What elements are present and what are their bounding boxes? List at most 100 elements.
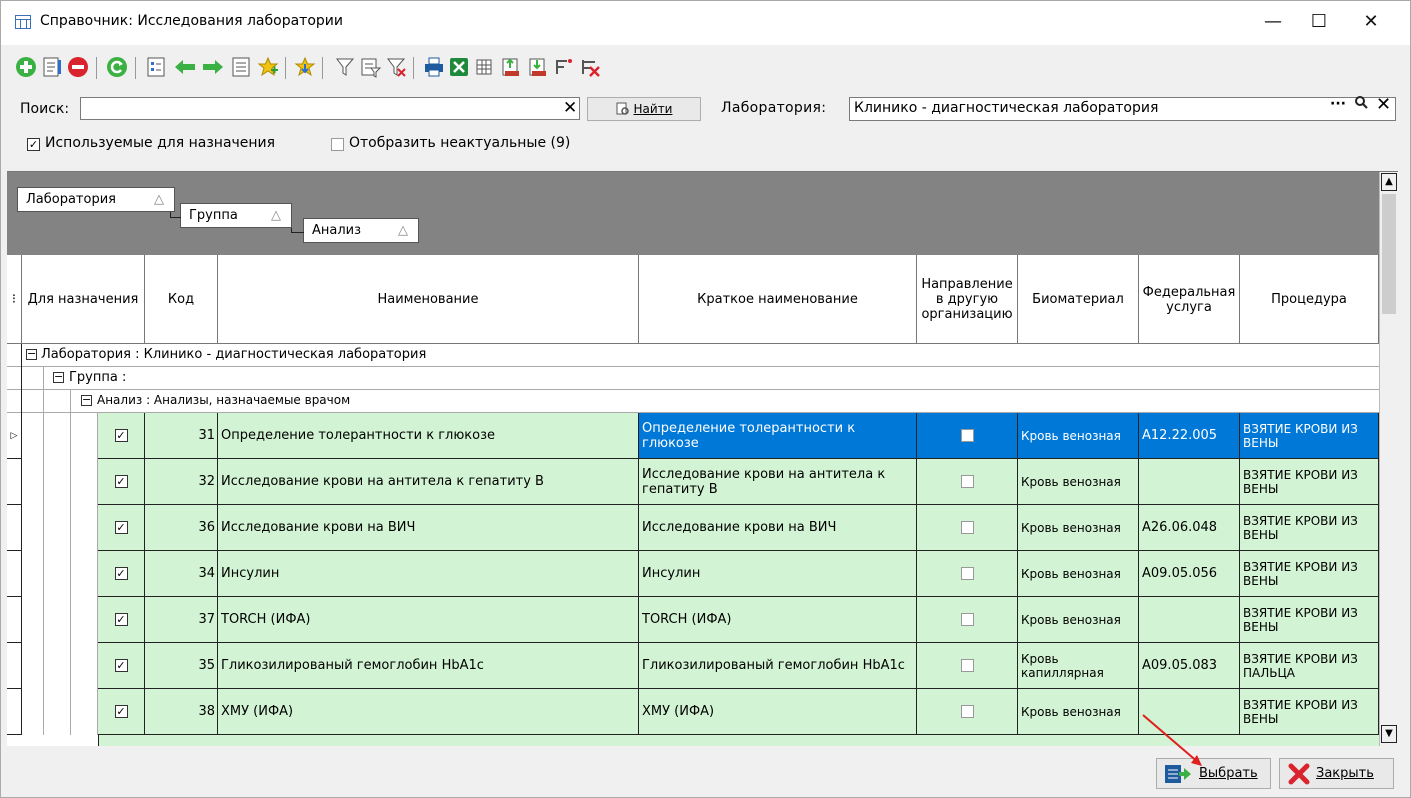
cell-code[interactable]: 38 <box>145 689 218 735</box>
filter-edit-icon[interactable] <box>358 55 382 79</box>
cell-fed[interactable]: A26.06.048 <box>1139 505 1240 551</box>
laboratory-browse-icon[interactable]: ··· <box>1330 96 1346 112</box>
cell-bio[interactable]: Кровь венозная <box>1018 597 1139 643</box>
cell-code[interactable]: 37 <box>145 597 218 643</box>
cell-fed[interactable]: A09.05.056 <box>1139 551 1240 597</box>
close-window-button[interactable]: ✕ <box>1348 7 1394 39</box>
cell-bio[interactable]: Кровь венозная <box>1018 459 1139 505</box>
cell-referral[interactable] <box>917 551 1018 597</box>
cell-for-prescription[interactable]: ✓ <box>98 597 145 643</box>
vertical-scrollbar[interactable]: ▲ ▼ <box>1379 172 1398 746</box>
row-indicator[interactable] <box>7 597 22 643</box>
row-indicator[interactable] <box>7 689 22 735</box>
for-prescription-checkbox[interactable]: ✓ <box>114 521 128 534</box>
cell-referral[interactable] <box>917 643 1018 689</box>
table-row[interactable]: ✓ 34 Инсулин Инсулин Кровь венозная A09.05.05… <box>7 551 1379 597</box>
col-referral[interactable]: Направление в другую организацию <box>917 255 1018 344</box>
search-input[interactable] <box>80 97 580 120</box>
for-prescription-checkbox[interactable]: ✓ <box>114 705 128 718</box>
table-row[interactable]: ✓ 37 TORCH (ИФА) TORCH (ИФА) Кровь венозная В… <box>7 597 1379 643</box>
cell-bio[interactable]: Кровь капиллярная <box>1018 643 1139 689</box>
table-row[interactable]: ✓ 36 Исследование крови на ВИЧ Исследование… <box>7 505 1379 551</box>
cell-referral[interactable] <box>917 689 1018 735</box>
col-name[interactable]: Наименование <box>218 255 639 344</box>
cell-proc[interactable]: ВЗЯТИЕ КРОВИ ИЗ ВЕНЫ <box>1240 597 1379 643</box>
group-chip-group[interactable]: Группа △ <box>180 203 292 228</box>
row-indicator[interactable] <box>7 643 22 689</box>
cell-proc[interactable]: ВЗЯТИЕ КРОВИ ИЗ ВЕНЫ <box>1240 413 1379 459</box>
group-row-analysis[interactable]: − Анализ : Анализы, назначаемые врачом <box>7 390 1379 413</box>
excel-icon[interactable] <box>447 55 471 79</box>
laboratory-clear-icon[interactable]: ✕ <box>1376 94 1391 115</box>
cell-for-prescription[interactable]: ✓ <box>98 689 145 735</box>
cell-fed[interactable]: A09.05.083 <box>1139 643 1240 689</box>
cell-for-prescription[interactable]: ✓ <box>98 505 145 551</box>
cell-short[interactable]: Исследование крови на антитела к гепатит… <box>639 459 917 505</box>
list-icon[interactable] <box>229 55 253 79</box>
add-icon[interactable] <box>14 55 38 79</box>
row-indicator[interactable] <box>7 459 22 505</box>
for-prescription-checkbox[interactable]: ✓ <box>114 475 128 488</box>
cell-bio[interactable]: Кровь венозная <box>1018 551 1139 597</box>
cell-proc[interactable]: ВЗЯТИЕ КРОВИ ИЗ ПАЛЬЦА <box>1240 643 1379 689</box>
cell-short[interactable]: Инсулин <box>639 551 917 597</box>
for-prescription-checkbox[interactable]: ✓ <box>114 429 128 442</box>
referral-checkbox[interactable] <box>960 613 974 626</box>
group-row-laboratory[interactable]: − Лаборатория : Клинико - диагностическа… <box>7 344 1379 367</box>
cell-name[interactable]: Инсулин <box>218 551 639 597</box>
col-short-name[interactable]: Краткое наименование <box>639 255 917 344</box>
minimize-button[interactable]: — <box>1250 7 1296 39</box>
col-for-prescription[interactable]: Для назначения <box>22 255 145 344</box>
cell-short[interactable]: Исследование крови на ВИЧ <box>639 505 917 551</box>
cell-proc[interactable]: ВЗЯТИЕ КРОВИ ИЗ ВЕНЫ <box>1240 459 1379 505</box>
collapse-icon[interactable]: − <box>81 394 92 406</box>
cell-bio[interactable]: Кровь венозная <box>1018 505 1139 551</box>
table-row[interactable]: ✓ 32 Исследование крови на антитела к гепа… <box>7 459 1379 505</box>
cell-referral[interactable] <box>917 505 1018 551</box>
print-icon[interactable] <box>422 55 446 79</box>
for-prescription-checkbox[interactable]: ✓ <box>114 659 128 672</box>
cell-name[interactable]: Определение толерантности к глюкозе <box>218 413 639 459</box>
cell-name[interactable]: TORCH (ИФА) <box>218 597 639 643</box>
referral-checkbox[interactable] <box>960 521 974 534</box>
referral-checkbox[interactable] <box>960 475 974 488</box>
cell-fed[interactable] <box>1139 459 1240 505</box>
referral-checkbox[interactable] <box>960 567 974 580</box>
scroll-down-icon[interactable]: ▼ <box>1381 725 1397 743</box>
filter-icon[interactable] <box>333 55 357 79</box>
scroll-up-icon[interactable]: ▲ <box>1381 173 1397 191</box>
refresh-icon[interactable] <box>105 55 129 79</box>
cell-fed[interactable] <box>1139 597 1240 643</box>
cell-code[interactable]: 35 <box>145 643 218 689</box>
table-row[interactable]: ▷ ✓ 31 Определение толерантности к глюкозе О… <box>7 413 1379 459</box>
cell-name[interactable]: ХМУ (ИФА) <box>218 689 639 735</box>
for-prescription-checkbox[interactable]: ✓ <box>114 567 128 580</box>
row-indicator[interactable] <box>7 551 22 597</box>
show-inactive-checkbox[interactable] <box>331 138 344 151</box>
cell-referral[interactable] <box>917 413 1018 459</box>
sort-icon[interactable] <box>552 55 576 79</box>
search-clear-icon[interactable]: ✕ <box>563 99 577 117</box>
list-edit-icon[interactable] <box>144 55 168 79</box>
cell-name[interactable]: Гликозилированый гемоглобин HbA1c <box>218 643 639 689</box>
xml-import-icon[interactable] <box>526 55 550 79</box>
arrow-left-icon[interactable] <box>173 55 197 79</box>
arrow-right-icon[interactable] <box>201 55 225 79</box>
cell-proc[interactable]: ВЗЯТИЕ КРОВИ ИЗ ВЕНЫ <box>1240 505 1379 551</box>
scroll-thumb[interactable] <box>1382 194 1396 314</box>
favorite-add-icon[interactable] <box>256 55 280 79</box>
find-button[interactable]: Найти <box>587 97 701 121</box>
cell-proc[interactable]: ВЗЯТИЕ КРОВИ ИЗ ВЕНЫ <box>1240 689 1379 735</box>
col-procedure[interactable]: Процедура <box>1240 255 1379 344</box>
for-prescription-checkbox[interactable]: ✓ <box>114 613 128 626</box>
favorite-icon[interactable] <box>293 55 317 79</box>
laboratory-field[interactable]: Клинико - диагностическая лаборатория <box>849 97 1396 121</box>
cell-fed[interactable]: A12.22.005 <box>1139 413 1240 459</box>
referral-checkbox[interactable] <box>960 705 974 718</box>
collapse-icon[interactable]: − <box>26 348 37 360</box>
laboratory-search-icon[interactable] <box>1354 95 1368 115</box>
xml-export-icon[interactable] <box>499 55 523 79</box>
referral-checkbox[interactable] <box>960 659 974 672</box>
group-chip-laboratory[interactable]: Лаборатория △ <box>17 187 175 212</box>
maximize-button[interactable]: ☐ <box>1296 7 1342 39</box>
